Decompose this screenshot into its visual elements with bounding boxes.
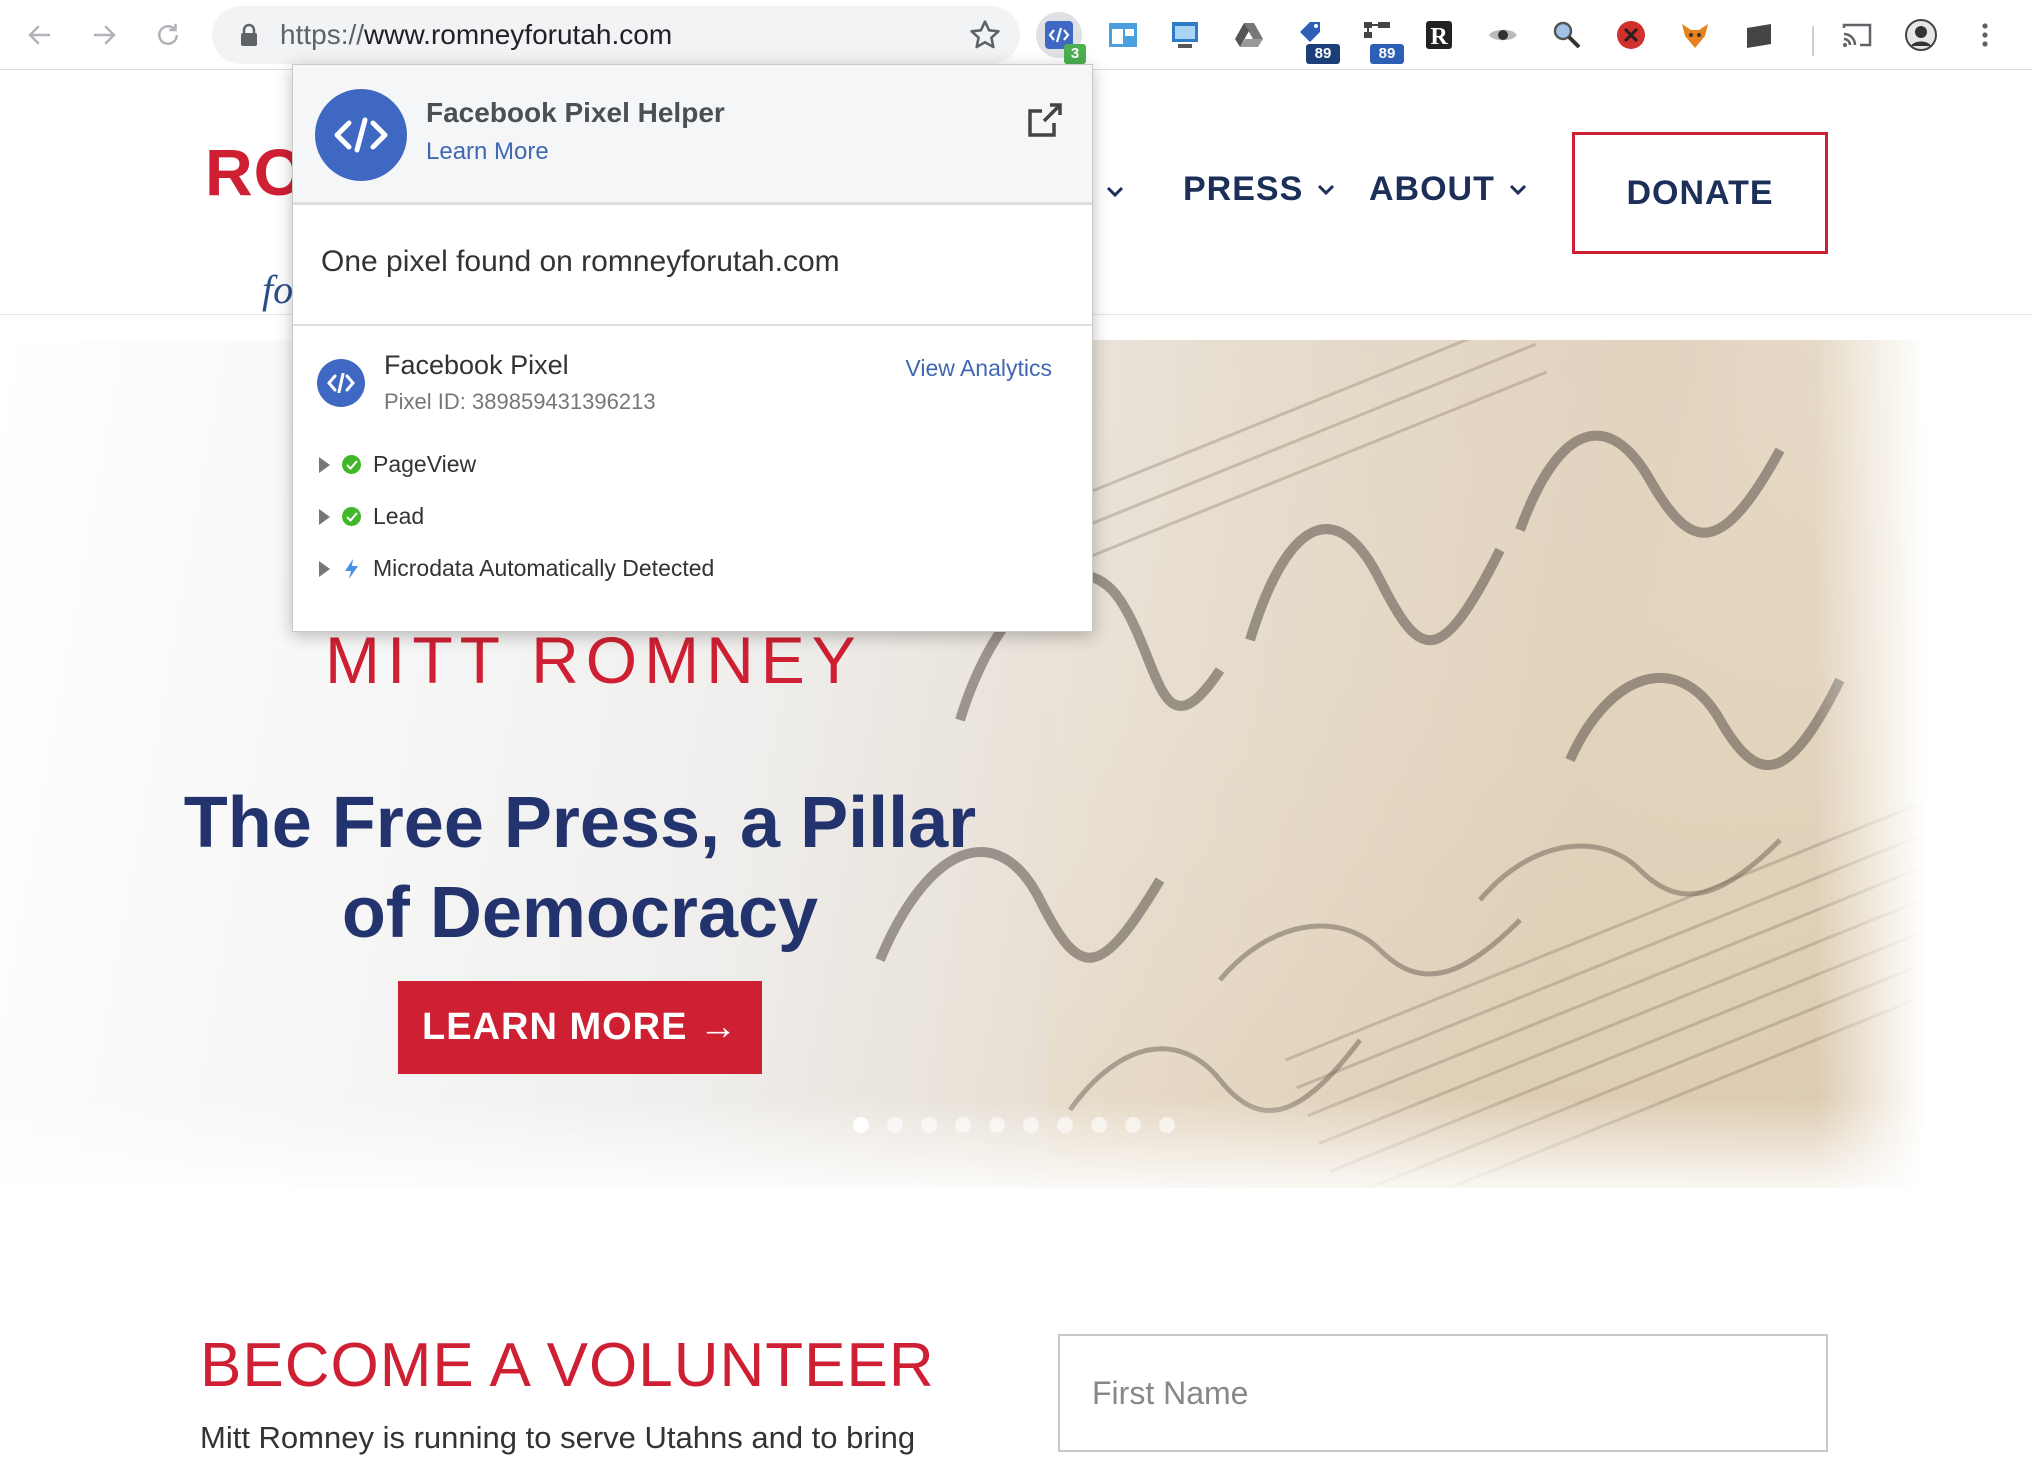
event-row-pageview[interactable]: PageView [319, 451, 476, 478]
pixel-summary: One pixel found on romneyforutah.com [321, 245, 840, 278]
hero-title-line1: The Free Press, a Pillar [183, 783, 977, 863]
expand-caret-icon [319, 456, 330, 473]
popup-header: Facebook Pixel Helper Learn More [293, 65, 1092, 205]
expand-caret-icon [319, 508, 330, 525]
volunteer-text: Mitt Romney is running to serve Utahns a… [200, 1420, 916, 1455]
hero-title: The Free Press, a Pillar of Democracy [160, 778, 1000, 958]
forward-button[interactable] [82, 13, 126, 57]
slider-pagination [853, 1117, 1175, 1133]
pixel-count-badge: 3 [1064, 44, 1086, 64]
reload-icon [158, 23, 178, 45]
eye-icon[interactable] [1480, 12, 1526, 58]
pixel-helper-popup: Facebook Pixel Helper Learn More One pix… [292, 64, 1093, 632]
popup-title: Facebook Pixel Helper [426, 97, 725, 128]
fox-icon[interactable] [1672, 12, 1718, 58]
block-icon[interactable] [1608, 12, 1654, 58]
lightning-bolt-icon [345, 558, 358, 579]
event-label: PageView [373, 451, 477, 477]
pixel-id: Pixel ID: 389859431396213 [384, 389, 656, 414]
slider-dot[interactable] [989, 1117, 1005, 1133]
profile-avatar[interactable] [1898, 12, 1944, 58]
event-label: Lead [373, 503, 425, 529]
hero-title-line2: of Democracy [341, 873, 819, 953]
site-logo-top[interactable]: RO [205, 134, 306, 210]
slider-dot[interactable] [1023, 1117, 1039, 1133]
check-circle-icon [342, 455, 361, 474]
pixel-helper-logo-icon [315, 89, 407, 181]
reload-button[interactable] [146, 13, 190, 57]
back-arrow-icon [28, 25, 50, 45]
back-button[interactable] [18, 13, 62, 57]
external-link-icon[interactable] [1024, 101, 1064, 141]
chevron-down-icon [1509, 184, 1526, 195]
screenshot-icon[interactable] [1162, 12, 1208, 58]
slider-dot[interactable] [1091, 1117, 1107, 1133]
nav-dropdown-chevron-icon[interactable] [1106, 186, 1124, 198]
drive-icon[interactable] [1226, 12, 1272, 58]
view-analytics-link[interactable]: View Analytics [905, 355, 1052, 382]
sitemap-icon[interactable]: 89 [1354, 12, 1404, 64]
browser-toolbar: https://www.romneyforutah.com 3 89 89 R [0, 0, 2032, 70]
pixel-name: Facebook Pixel [384, 350, 569, 380]
hero-fade-bottom [0, 1098, 1925, 1188]
donate-button[interactable]: DONATE [1572, 132, 1828, 254]
svg-text:R: R [1430, 24, 1448, 50]
site-logo-bottom[interactable]: fo [262, 266, 293, 313]
event-row-lead[interactable]: Lead [319, 503, 424, 530]
facebook-pixel-helper-icon[interactable]: 3 [1036, 12, 1086, 64]
learn-more-button[interactable]: LEARN MORE → [398, 981, 762, 1074]
slider-dot[interactable] [1159, 1117, 1175, 1133]
facebook-pixel-icon [317, 359, 365, 407]
popup-divider [293, 324, 1092, 326]
tag-icon[interactable]: 89 [1290, 12, 1340, 64]
expand-caret-icon [319, 560, 330, 577]
url-host: www.romneyforutah.com [364, 19, 673, 50]
slider-dot[interactable] [1125, 1117, 1141, 1133]
forward-arrow-icon [94, 25, 116, 45]
hero-fade-right [1815, 340, 1925, 1188]
address-bar[interactable]: https://www.romneyforutah.com [212, 6, 1020, 64]
volunteer-heading: BECOME A VOLUNTEER [200, 1331, 935, 1400]
sitemap-count-badge: 89 [1370, 44, 1404, 64]
chevron-down-icon [1318, 184, 1335, 195]
event-label: Microdata Automatically Detected [373, 555, 715, 581]
window-layout-icon[interactable] [1100, 12, 1146, 58]
menu-icon[interactable] [1962, 12, 2008, 58]
check-circle-icon [342, 507, 361, 526]
url-text: https://www.romneyforutah.com [280, 19, 672, 51]
hero-kicker: MITT ROMNEY [325, 623, 863, 697]
nav-about-label: ABOUT [1369, 170, 1495, 208]
lock-icon [241, 23, 257, 46]
cast-icon[interactable] [1834, 12, 1880, 58]
slider-dot[interactable] [1057, 1117, 1073, 1133]
nav-item-about[interactable]: ABOUT [1369, 170, 1527, 209]
slider-dot[interactable] [887, 1117, 903, 1133]
slider-dot[interactable] [853, 1117, 869, 1133]
slider-dot[interactable] [921, 1117, 937, 1133]
tag-count-badge: 89 [1306, 44, 1340, 64]
nav-item-press[interactable]: PRESS [1183, 170, 1335, 209]
event-row-microdata[interactable]: Microdata Automatically Detected [319, 555, 714, 582]
url-scheme: https:// [280, 19, 365, 50]
tablet-icon[interactable] [1736, 12, 1782, 58]
learn-more-link[interactable]: Learn More [426, 138, 549, 166]
bookmark-star-icon[interactable] [968, 18, 1002, 52]
first-name-field[interactable] [1058, 1334, 1828, 1452]
toolbar-separator [1812, 26, 1814, 56]
r-extension-icon[interactable]: R [1416, 12, 1462, 58]
nav-press-label: PRESS [1183, 170, 1304, 208]
slider-dot[interactable] [955, 1117, 971, 1133]
magnifier-icon[interactable] [1544, 12, 1590, 58]
